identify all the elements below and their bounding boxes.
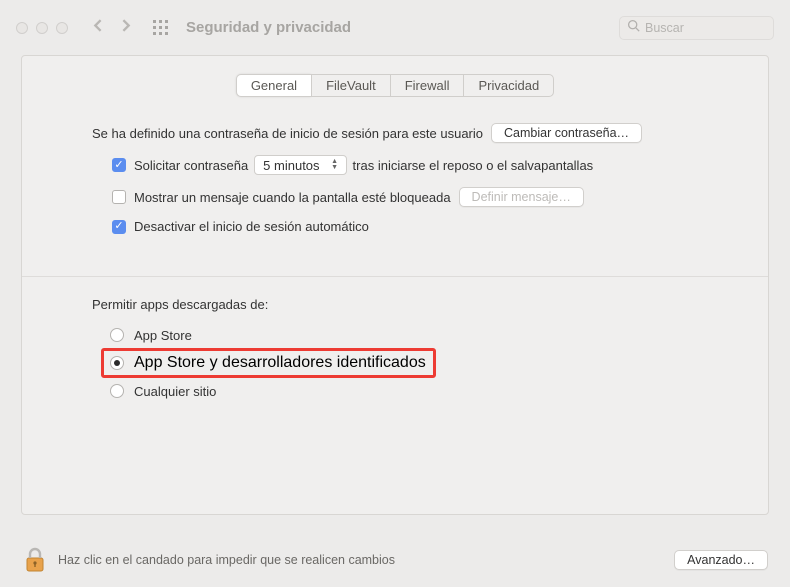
tabs: General FileVault Firewall Privacidad [82,74,708,97]
tab-filevault[interactable]: FileVault [311,74,390,97]
updown-caret-icon: ▲▼ [328,157,342,173]
close-window-button[interactable] [16,22,28,34]
search-icon [627,19,645,37]
minimize-window-button[interactable] [36,22,48,34]
lock-icon[interactable] [22,545,48,575]
show-message-checkbox[interactable] [112,190,126,204]
disable-auto-login-checkbox[interactable] [112,220,126,234]
tab-general[interactable]: General [236,74,311,97]
grace-period-select[interactable]: 5 minutos ▲▼ [254,155,346,175]
password-defined-label: Se ha definido una contraseña de inicio … [92,126,483,141]
require-password-label: Solicitar contraseña [134,158,248,173]
forward-button[interactable] [117,17,134,39]
radio-appstore-label: App Store [134,328,192,343]
lock-hint-text: Haz clic en el candado para impedir que … [58,553,664,567]
window-title: Seguridad y privacidad [186,19,351,36]
nav-arrows [90,17,134,39]
highlight-identified-option: App Store y desarrolladores identificado… [101,348,436,378]
gatekeeper-options: App Store App Store y desarrolladores id… [82,322,708,404]
radio-identified[interactable] [110,356,124,370]
radio-appstore[interactable] [110,328,124,342]
gatekeeper-label: Permitir apps descargadas de: [82,297,708,312]
window-controls [16,22,68,34]
search-input[interactable] [645,21,766,35]
footer: Haz clic en el candado para impedir que … [0,533,790,587]
tab-privacy[interactable]: Privacidad [463,74,554,97]
radio-anywhere-label: Cualquier sitio [134,384,216,399]
radio-anywhere[interactable] [110,384,124,398]
radio-identified-label: App Store y desarrolladores identificado… [134,354,426,372]
disable-auto-login-label: Desactivar el inicio de sesión automátic… [134,219,369,234]
grace-period-value: 5 minutos [263,158,319,173]
require-password-checkbox[interactable] [112,158,126,172]
preferences-panel: General FileVault Firewall Privacidad Se… [21,55,769,515]
back-button[interactable] [90,17,107,39]
zoom-window-button[interactable] [56,22,68,34]
advanced-button[interactable]: Avanzado… [674,550,768,570]
toolbar: Seguridad y privacidad [0,0,790,55]
grace-period-suffix: tras iniciarse el reposo o el salvapanta… [353,158,594,173]
set-lock-message-button[interactable]: Definir mensaje… [459,187,584,207]
change-password-button[interactable]: Cambiar contraseña… [491,123,642,143]
divider [22,276,768,277]
tab-firewall[interactable]: Firewall [390,74,464,97]
search-field[interactable] [619,16,774,40]
show-all-icon[interactable] [152,19,170,37]
show-message-label: Mostrar un mensaje cuando la pantalla es… [134,190,451,205]
